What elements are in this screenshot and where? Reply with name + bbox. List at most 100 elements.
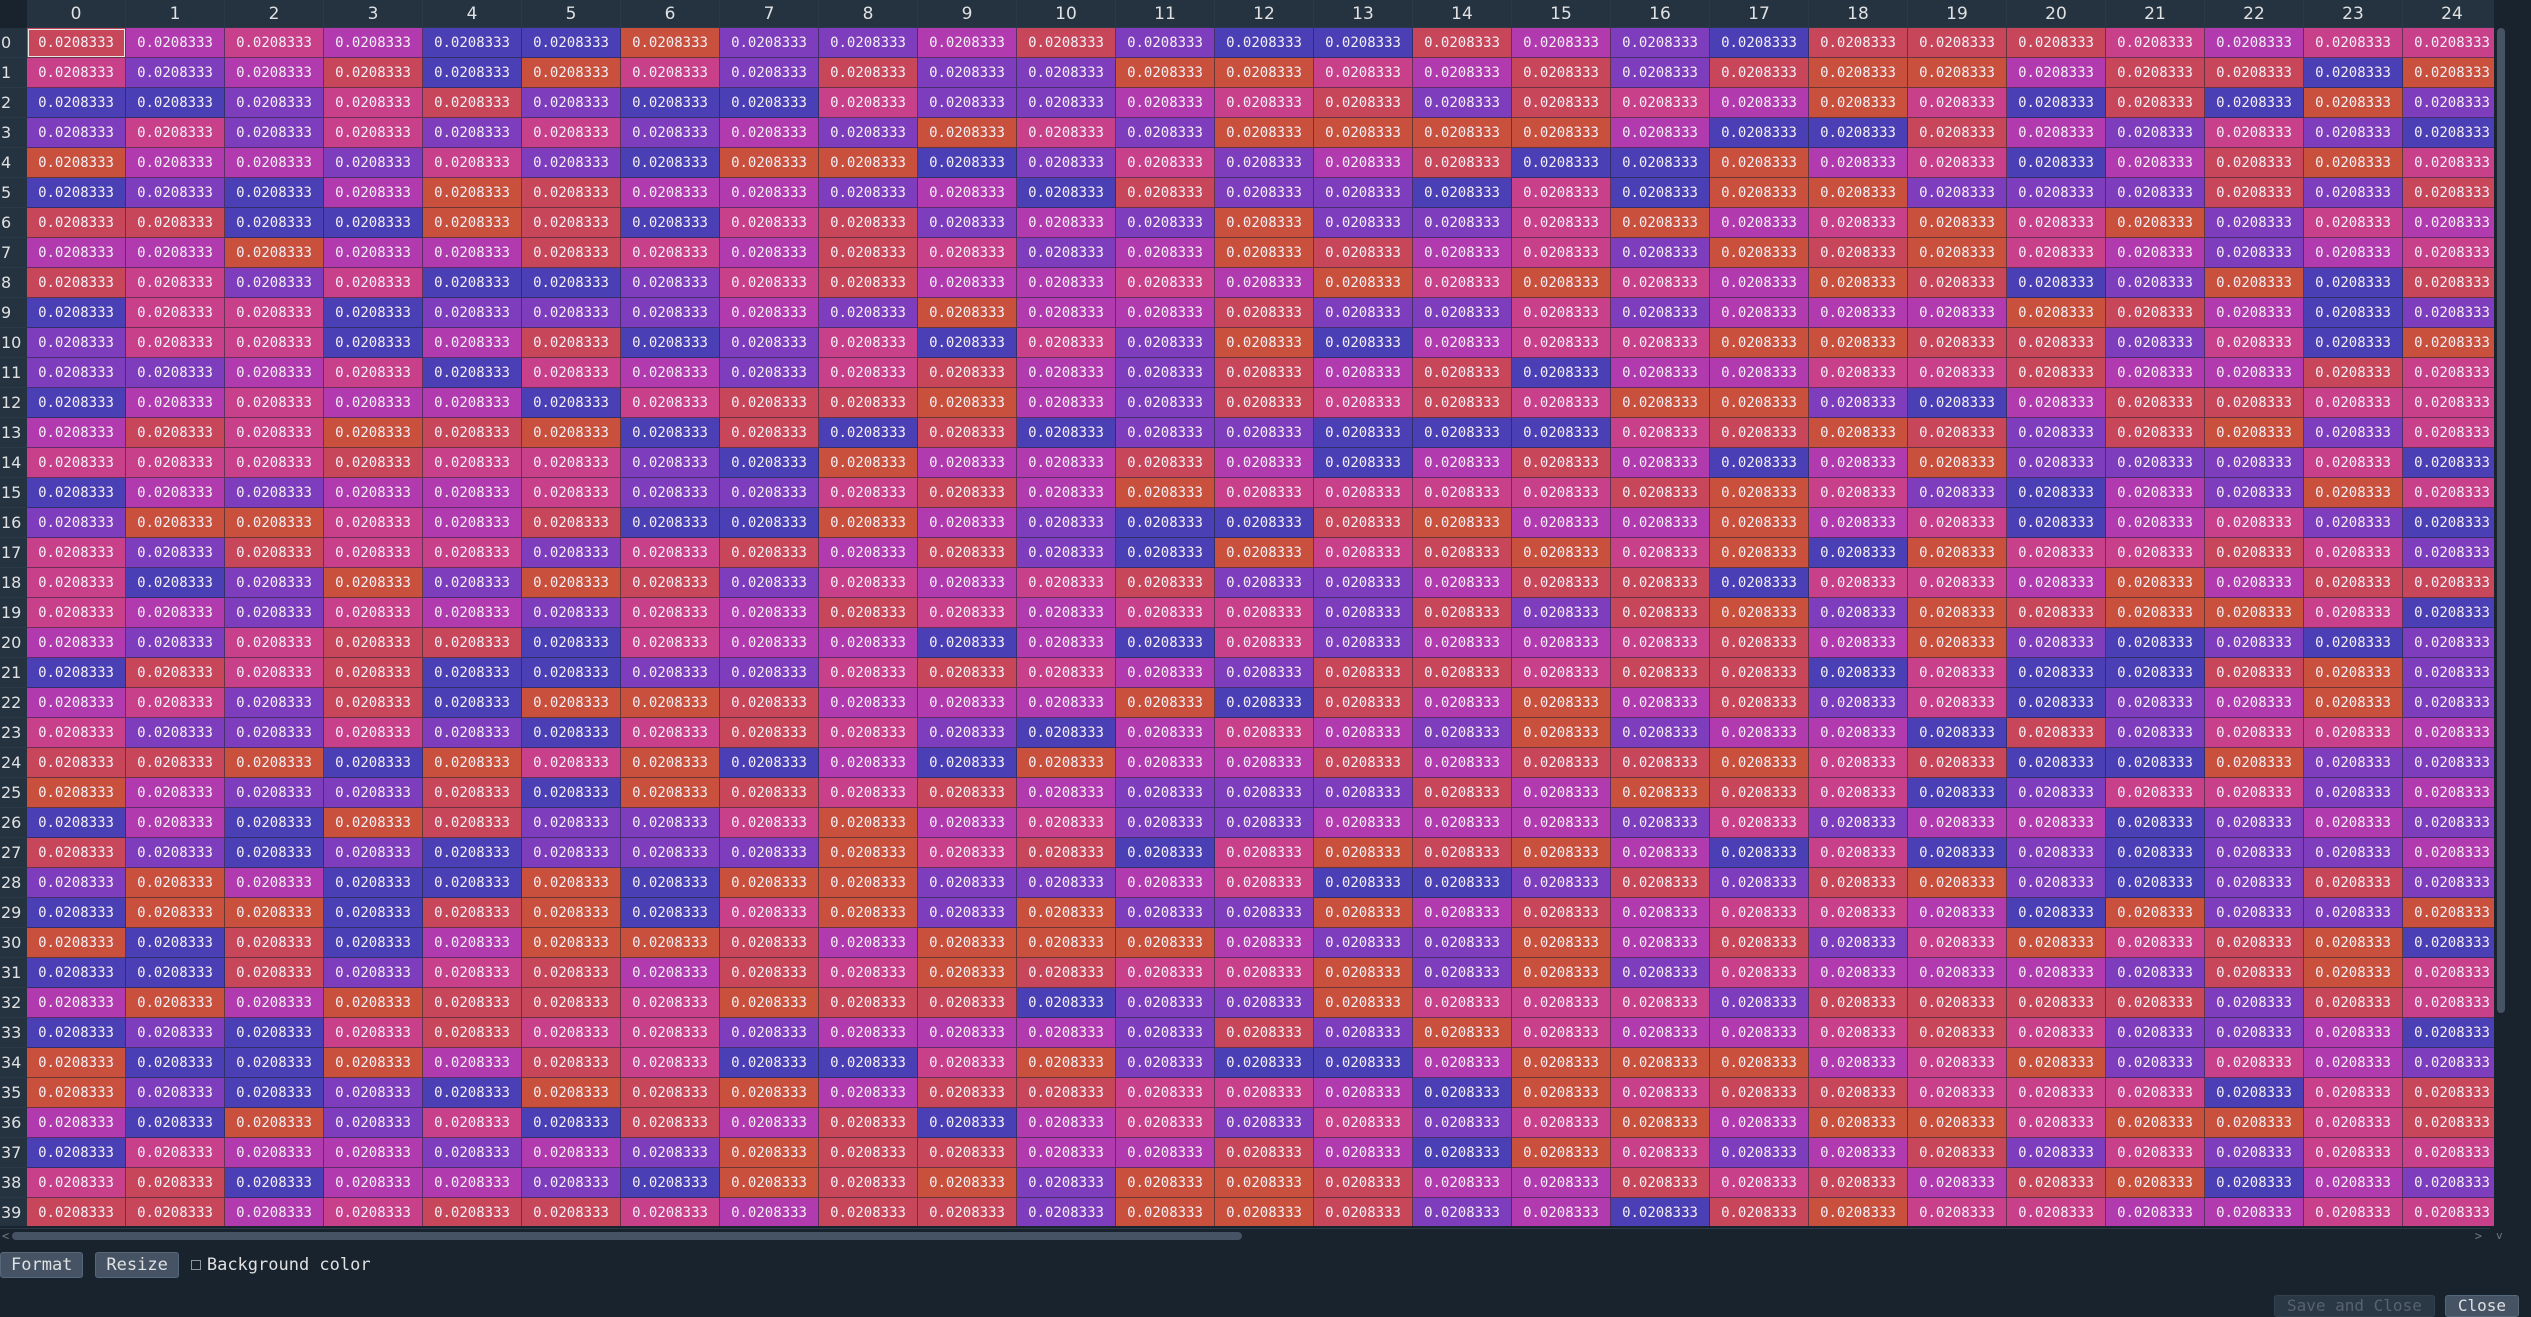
table-cell[interactable]: 0.0208333 bbox=[324, 628, 423, 658]
table-cell[interactable]: 0.0208333 bbox=[126, 688, 225, 718]
table-cell[interactable]: 0.0208333 bbox=[2205, 328, 2304, 358]
table-cell[interactable]: 0.0208333 bbox=[1611, 958, 1710, 988]
table-cell[interactable]: 0.0208333 bbox=[1809, 448, 1908, 478]
table-cell[interactable]: 0.0208333 bbox=[2205, 598, 2304, 628]
table-cell[interactable]: 0.0208333 bbox=[522, 688, 621, 718]
table-cell[interactable]: 0.0208333 bbox=[1710, 538, 1809, 568]
table-cell[interactable]: 0.0208333 bbox=[1017, 178, 1116, 208]
table-cell[interactable]: 0.0208333 bbox=[1908, 118, 2007, 148]
table-cell[interactable]: 0.0208333 bbox=[1611, 1018, 1710, 1048]
table-cell[interactable]: 0.0208333 bbox=[1908, 1198, 2007, 1226]
table-cell[interactable]: 0.0208333 bbox=[1611, 658, 1710, 688]
table-cell[interactable]: 0.0208333 bbox=[2106, 298, 2205, 328]
table-cell[interactable]: 0.0208333 bbox=[621, 1018, 720, 1048]
table-cell[interactable]: 0.0208333 bbox=[2205, 958, 2304, 988]
table-cell[interactable]: 0.0208333 bbox=[2205, 178, 2304, 208]
table-cell[interactable]: 0.0208333 bbox=[225, 358, 324, 388]
row-header-cell[interactable]: 39 bbox=[0, 1198, 27, 1226]
table-cell[interactable]: 0.0208333 bbox=[1413, 1048, 1512, 1078]
table-cell[interactable]: 0.0208333 bbox=[2106, 448, 2205, 478]
table-cell[interactable]: 0.0208333 bbox=[1215, 418, 1314, 448]
table-cell[interactable]: 0.0208333 bbox=[1809, 148, 1908, 178]
table-cell[interactable]: 0.0208333 bbox=[2007, 928, 2106, 958]
table-cell[interactable]: 0.0208333 bbox=[1314, 628, 1413, 658]
table-cell[interactable]: 0.0208333 bbox=[2403, 538, 2496, 568]
table-cell[interactable]: 0.0208333 bbox=[225, 598, 324, 628]
table-cell[interactable]: 0.0208333 bbox=[1215, 328, 1314, 358]
table-cell[interactable]: 0.0208333 bbox=[2304, 208, 2403, 238]
scroll-down-arrow-icon[interactable]: v bbox=[2496, 1229, 2503, 1242]
table-cell[interactable]: 0.0208333 bbox=[720, 298, 819, 328]
row-header-cell[interactable]: 32 bbox=[0, 988, 27, 1018]
table-cell[interactable]: 0.0208333 bbox=[621, 1168, 720, 1198]
table-cell[interactable]: 0.0208333 bbox=[1611, 628, 1710, 658]
table-cell[interactable]: 0.0208333 bbox=[1908, 208, 2007, 238]
row-header-cell[interactable]: 27 bbox=[0, 838, 27, 868]
table-cell[interactable]: 0.0208333 bbox=[819, 838, 918, 868]
table-cell[interactable]: 0.0208333 bbox=[1611, 208, 1710, 238]
table-cell[interactable]: 0.0208333 bbox=[1710, 838, 1809, 868]
table-cell[interactable]: 0.0208333 bbox=[2106, 688, 2205, 718]
table-cell[interactable]: 0.0208333 bbox=[1908, 238, 2007, 268]
table-cell[interactable]: 0.0208333 bbox=[2007, 418, 2106, 448]
table-cell[interactable]: 0.0208333 bbox=[1017, 328, 1116, 358]
table-cell[interactable]: 0.0208333 bbox=[225, 808, 324, 838]
table-cell[interactable]: 0.0208333 bbox=[1116, 358, 1215, 388]
table-cell[interactable]: 0.0208333 bbox=[324, 1078, 423, 1108]
table-cell[interactable]: 0.0208333 bbox=[621, 118, 720, 148]
table-cell[interactable]: 0.0208333 bbox=[918, 328, 1017, 358]
table-cell[interactable]: 0.0208333 bbox=[720, 1198, 819, 1226]
table-cell[interactable]: 0.0208333 bbox=[1908, 148, 2007, 178]
table-cell[interactable]: 0.0208333 bbox=[621, 1198, 720, 1226]
table-cell[interactable]: 0.0208333 bbox=[2007, 448, 2106, 478]
table-cell[interactable]: 0.0208333 bbox=[1215, 1078, 1314, 1108]
horizontal-scrollbar[interactable]: < > bbox=[0, 1228, 2490, 1243]
table-cell[interactable]: 0.0208333 bbox=[225, 268, 324, 298]
table-cell[interactable]: 0.0208333 bbox=[324, 898, 423, 928]
table-cell[interactable]: 0.0208333 bbox=[1611, 358, 1710, 388]
table-cell[interactable]: 0.0208333 bbox=[27, 1048, 126, 1078]
table-cell[interactable]: 0.0208333 bbox=[2106, 148, 2205, 178]
column-header-cell[interactable]: 1 bbox=[126, 0, 225, 28]
table-cell[interactable]: 0.0208333 bbox=[1809, 928, 1908, 958]
table-cell[interactable]: 0.0208333 bbox=[2106, 958, 2205, 988]
table-cell[interactable]: 0.0208333 bbox=[1611, 298, 1710, 328]
row-header-cell[interactable]: 13 bbox=[0, 418, 27, 448]
table-cell[interactable]: 0.0208333 bbox=[126, 88, 225, 118]
table-cell[interactable]: 0.0208333 bbox=[819, 448, 918, 478]
table-cell[interactable]: 0.0208333 bbox=[2205, 268, 2304, 298]
table-cell[interactable]: 0.0208333 bbox=[621, 778, 720, 808]
table-cell[interactable]: 0.0208333 bbox=[621, 58, 720, 88]
table-cell[interactable]: 0.0208333 bbox=[720, 778, 819, 808]
table-cell[interactable]: 0.0208333 bbox=[1314, 118, 1413, 148]
table-cell[interactable]: 0.0208333 bbox=[522, 778, 621, 808]
table-cell[interactable]: 0.0208333 bbox=[2403, 1198, 2496, 1226]
table-cell[interactable]: 0.0208333 bbox=[324, 778, 423, 808]
table-cell[interactable]: 0.0208333 bbox=[1512, 1168, 1611, 1198]
table-cell[interactable]: 0.0208333 bbox=[1809, 298, 1908, 328]
table-cell[interactable]: 0.0208333 bbox=[2007, 568, 2106, 598]
table-cell[interactable]: 0.0208333 bbox=[1314, 358, 1413, 388]
column-header-cell[interactable]: 24 bbox=[2403, 0, 2496, 28]
table-cell[interactable]: 0.0208333 bbox=[1908, 808, 2007, 838]
table-cell[interactable]: 0.0208333 bbox=[1215, 1198, 1314, 1226]
table-cell[interactable]: 0.0208333 bbox=[522, 988, 621, 1018]
table-cell[interactable]: 0.0208333 bbox=[819, 928, 918, 958]
table-cell[interactable]: 0.0208333 bbox=[126, 358, 225, 388]
table-cell[interactable]: 0.0208333 bbox=[324, 148, 423, 178]
table-cell[interactable]: 0.0208333 bbox=[522, 28, 621, 58]
table-cell[interactable]: 0.0208333 bbox=[27, 808, 126, 838]
table-cell[interactable]: 0.0208333 bbox=[225, 778, 324, 808]
table-cell[interactable]: 0.0208333 bbox=[720, 988, 819, 1018]
table-cell[interactable]: 0.0208333 bbox=[1314, 478, 1413, 508]
table-cell[interactable]: 0.0208333 bbox=[1908, 778, 2007, 808]
table-cell[interactable]: 0.0208333 bbox=[2304, 778, 2403, 808]
table-cell[interactable]: 0.0208333 bbox=[423, 508, 522, 538]
table-cell[interactable]: 0.0208333 bbox=[1215, 238, 1314, 268]
table-cell[interactable]: 0.0208333 bbox=[918, 778, 1017, 808]
table-cell[interactable]: 0.0208333 bbox=[225, 28, 324, 58]
table-cell[interactable]: 0.0208333 bbox=[918, 208, 1017, 238]
table-cell[interactable]: 0.0208333 bbox=[720, 178, 819, 208]
table-cell[interactable]: 0.0208333 bbox=[1809, 58, 1908, 88]
table-cell[interactable]: 0.0208333 bbox=[1116, 808, 1215, 838]
